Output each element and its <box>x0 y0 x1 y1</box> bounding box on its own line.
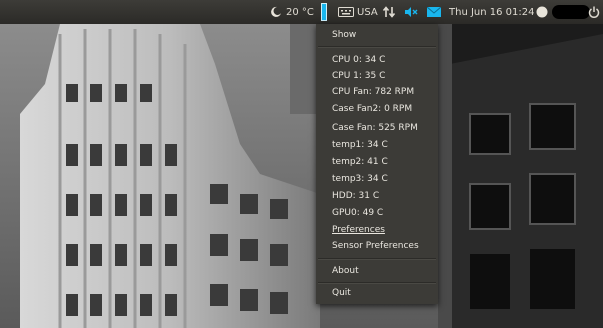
network-arrows-icon <box>382 6 396 18</box>
desktop-wallpaper <box>0 24 603 328</box>
menu-item-gpu0[interactable]: GPU0: 49 C <box>332 206 383 220</box>
thermometer-bar-icon <box>321 3 327 21</box>
menu-item-temp1[interactable]: temp1: 34 C <box>332 138 388 152</box>
sensor-reading: Case Fan: 525 RPM <box>332 123 418 133</box>
sensor-reading: temp1: 34 C <box>332 140 388 150</box>
sensor-menu: Show CPU 0: 34 C CPU 1: 35 C CPU Fan: 78… <box>316 24 438 304</box>
menu-item-case-fan2[interactable]: Case Fan2: 0 RPM <box>332 102 412 116</box>
menu-item-cpu0[interactable]: CPU 0: 34 C <box>332 53 385 67</box>
sensor-reading: CPU 1: 35 C <box>332 71 386 81</box>
menu-item-sensor-preferences[interactable]: Sensor Preferences <box>332 239 419 253</box>
sensor-reading: temp3: 34 C <box>332 174 388 184</box>
menu-separator <box>318 258 436 260</box>
user-name-label <box>552 5 590 19</box>
mail-icon <box>427 7 441 17</box>
user-presence-icon <box>536 6 548 18</box>
sensor-reading: GPU0: 49 C <box>332 208 384 218</box>
keyboard-indicator[interactable]: USA <box>338 0 378 24</box>
volume-muted-icon <box>405 7 418 17</box>
menu-item-quit-label: Quit <box>332 288 351 298</box>
sensor-reading: CPU Fan: 782 RPM <box>332 87 415 97</box>
weather-indicator[interactable]: 20 °C <box>270 0 314 24</box>
sensor-reading: temp2: 41 C <box>332 157 388 167</box>
menu-item-temp3[interactable]: temp3: 34 C <box>332 172 388 186</box>
sensor-reading: CPU 0: 34 C <box>332 55 386 65</box>
power-icon <box>588 6 600 18</box>
menu-item-cpu1[interactable]: CPU 1: 35 C <box>332 69 385 83</box>
clock-datetime: Thu Jun 16 01:24 <box>449 6 535 18</box>
menu-item-about-label: About <box>332 266 359 276</box>
session-indicator[interactable] <box>588 0 600 24</box>
menu-item-case-fan[interactable]: Case Fan: 525 RPM <box>332 121 418 135</box>
menu-item-about[interactable]: About <box>332 264 359 278</box>
menu-item-preferences[interactable]: Preferences <box>332 223 385 237</box>
keyboard-layout-label: USA <box>357 6 378 18</box>
menu-item-show[interactable]: Show <box>332 28 356 42</box>
menu-item-quit[interactable]: Quit <box>332 286 351 300</box>
clock-indicator[interactable]: Thu Jun 16 01:24 <box>449 0 535 24</box>
menu-item-hdd[interactable]: HDD: 31 C <box>332 189 379 203</box>
menu-item-sensor-preferences-label: Sensor Preferences <box>332 241 419 251</box>
sensor-reading: HDD: 31 C <box>332 191 380 201</box>
menu-item-show-label: Show <box>332 30 357 40</box>
menu-item-temp2[interactable]: temp2: 41 C <box>332 155 388 169</box>
sensor-indicator[interactable] <box>319 0 329 24</box>
user-indicator[interactable] <box>536 0 590 24</box>
keyboard-icon <box>338 7 354 17</box>
sensor-reading: Case Fan2: 0 RPM <box>332 104 413 114</box>
messaging-indicator[interactable] <box>427 0 441 24</box>
volume-indicator[interactable] <box>404 0 418 24</box>
moon-cloud-icon <box>271 6 281 17</box>
menu-item-preferences-label: Preferences <box>332 225 385 235</box>
weather-temperature: 20 °C <box>286 6 314 18</box>
menu-separator <box>318 46 436 48</box>
network-indicator[interactable] <box>382 0 396 24</box>
top-panel: 20 °C USA Thu Jun 16 01:24 <box>0 0 603 24</box>
menu-separator <box>318 282 436 284</box>
menu-item-cpu-fan[interactable]: CPU Fan: 782 RPM <box>332 85 414 99</box>
